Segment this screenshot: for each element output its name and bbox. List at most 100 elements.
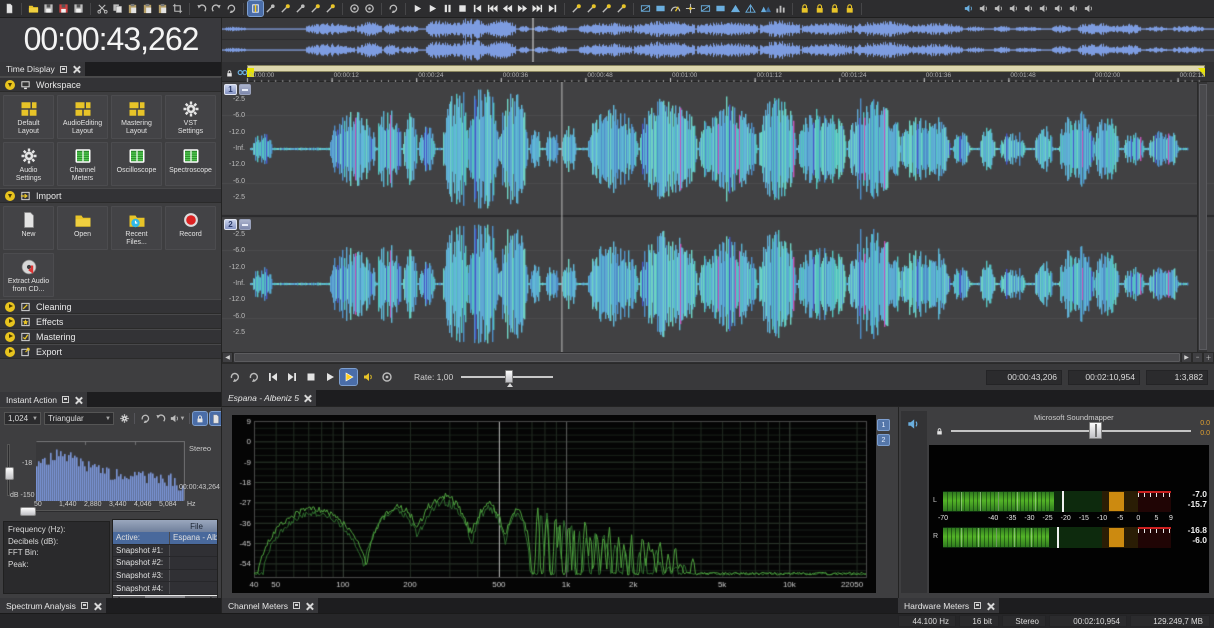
channel-1-minimize[interactable] <box>239 84 251 95</box>
snapshot-row[interactable]: Snapshot #4: <box>113 582 217 595</box>
rewind-fast-button[interactable] <box>485 1 500 16</box>
popout-icon[interactable] <box>59 65 68 74</box>
trim-crop-button[interactable] <box>170 1 185 16</box>
record-timer-button[interactable] <box>362 1 377 16</box>
save-all-button[interactable] <box>71 1 86 16</box>
snap-markers-button[interactable] <box>827 1 842 16</box>
refresh-button[interactable] <box>138 412 152 425</box>
fade-in-button[interactable] <box>728 1 743 16</box>
close-icon[interactable] <box>93 601 102 610</box>
tile-new[interactable]: New <box>3 206 54 250</box>
fade-flag-button[interactable] <box>698 1 713 16</box>
channel-1-button[interactable]: 1 <box>877 419 890 431</box>
tile-record[interactable]: Record <box>165 206 216 250</box>
tile-recent[interactable]: Recent Files... <box>111 206 162 250</box>
cut-button[interactable] <box>95 1 110 16</box>
go-to-end-button[interactable] <box>545 1 560 16</box>
scroll-left-arrow[interactable]: ◀ <box>222 352 233 363</box>
section-chevron-icon[interactable] <box>5 316 15 327</box>
tile-mastering[interactable]: Mastering Layout <box>111 95 162 139</box>
process-normalize-button[interactable] <box>1051 1 1066 16</box>
snap-zero-button[interactable] <box>842 1 857 16</box>
tile-extract-audio[interactable]: Extract Audio from CD... <box>3 253 54 297</box>
tile-vst[interactable]: VST Settings <box>165 95 216 139</box>
popout-icon[interactable] <box>61 395 70 404</box>
tile-audioediting[interactable]: AudioEditing Layout <box>57 95 108 139</box>
h-zoom-slider[interactable] <box>20 507 160 516</box>
rate-slider[interactable] <box>461 369 554 387</box>
crossfade-button[interactable] <box>683 1 698 16</box>
redo-button[interactable] <box>209 1 224 16</box>
tile-audio[interactable]: Audio Settings <box>3 142 54 186</box>
forward-fast-button[interactable] <box>530 1 545 16</box>
go-to-start-button[interactable] <box>470 1 485 16</box>
overview-waveform[interactable] <box>222 18 1214 62</box>
paste-button[interactable] <box>125 1 140 16</box>
zoom-out-full-button[interactable] <box>584 1 599 16</box>
snap-grid-button[interactable] <box>812 1 827 16</box>
section-chevron-icon[interactable] <box>5 331 15 342</box>
repeat-button[interactable] <box>224 1 239 16</box>
fade-both-button[interactable] <box>758 1 773 16</box>
loop-playback-button[interactable] <box>386 1 401 16</box>
play-button[interactable] <box>425 1 440 16</box>
section-chevron-icon[interactable] <box>5 79 15 90</box>
edit-tool-button[interactable] <box>247 0 264 17</box>
process-delay-button[interactable] <box>1081 1 1096 16</box>
section-header-mastering[interactable]: Mastering <box>0 329 221 344</box>
popout-icon[interactable] <box>973 601 982 610</box>
loop-playback-button[interactable] <box>226 369 243 385</box>
settings-gear-button[interactable] <box>117 412 131 425</box>
play-all-button[interactable] <box>321 369 338 385</box>
section-header-workspace[interactable]: Workspace <box>0 77 221 92</box>
snapshot-row[interactable]: Snapshot #2: <box>113 557 217 570</box>
event-tool-button[interactable] <box>278 1 293 16</box>
section-chevron-icon[interactable] <box>5 190 15 201</box>
close-icon[interactable] <box>305 601 314 610</box>
channel-2-badge[interactable]: 2 <box>224 219 237 230</box>
process-volume-button[interactable] <box>1021 1 1036 16</box>
paste-special-button[interactable] <box>140 1 155 16</box>
play-plugin-button[interactable] <box>359 369 376 385</box>
snapshot-row[interactable]: Snapshot #3: <box>113 569 217 583</box>
stop-button[interactable] <box>455 1 470 16</box>
channel-2-minimize[interactable] <box>239 219 251 230</box>
process-eq-button[interactable] <box>1006 1 1021 16</box>
envelope-tool-button[interactable] <box>308 1 323 16</box>
output-fader[interactable] <box>951 430 1191 432</box>
normalize-button[interactable] <box>773 1 788 16</box>
tab-channel-meters[interactable]: Channel Meters <box>222 598 319 613</box>
section-header-export[interactable]: Export <box>0 344 221 359</box>
tile-spectroscope[interactable]: Spectroscope <box>165 142 216 186</box>
scroll-thumb[interactable] <box>234 353 1180 362</box>
open-button[interactable] <box>26 1 41 16</box>
tab-document[interactable]: Espana - Albeniz 5 <box>222 390 317 406</box>
loop-once-button[interactable] <box>245 369 262 385</box>
section-chevron-icon[interactable] <box>5 301 15 312</box>
close-icon[interactable] <box>72 65 81 74</box>
save-button[interactable] <box>41 1 56 16</box>
fade-out-button[interactable] <box>743 1 758 16</box>
lock-button[interactable] <box>192 411 208 426</box>
monitor-playback-button[interactable]: ▼ <box>168 412 186 425</box>
section-chevron-icon[interactable] <box>5 346 15 357</box>
snapshot-row[interactable]: Snapshot #1: <box>113 544 217 558</box>
wave-h-scrollbar[interactable]: ◀ ▶ − ＋ <box>222 352 1214 363</box>
output-fader-handle[interactable] <box>1089 422 1102 439</box>
channel-1-badge[interactable]: 1 <box>224 84 237 95</box>
play-button[interactable] <box>339 368 358 386</box>
snapshot-row[interactable]: Active: Espana - Albeniz <box>113 532 217 545</box>
grab-button[interactable] <box>209 411 221 426</box>
go-to-start-button[interactable] <box>264 369 281 385</box>
timeline-ruler[interactable]: 00:00:0000:00:1200:00:2400:00:3600:00:48… <box>222 62 1214 82</box>
fade-block-button[interactable] <box>713 1 728 16</box>
tile-channel[interactable]: Channel Meters <box>57 142 108 186</box>
close-icon[interactable] <box>986 601 995 610</box>
snap-lock-button[interactable] <box>797 1 812 16</box>
fader-lock-icon[interactable] <box>935 423 944 441</box>
process-fade-button[interactable] <box>1036 1 1051 16</box>
auto-trim-button[interactable] <box>638 1 653 16</box>
new-file-button[interactable] <box>2 1 17 16</box>
waveform-canvas[interactable] <box>222 82 1214 352</box>
tab-time-display[interactable]: Time Display <box>0 62 85 76</box>
